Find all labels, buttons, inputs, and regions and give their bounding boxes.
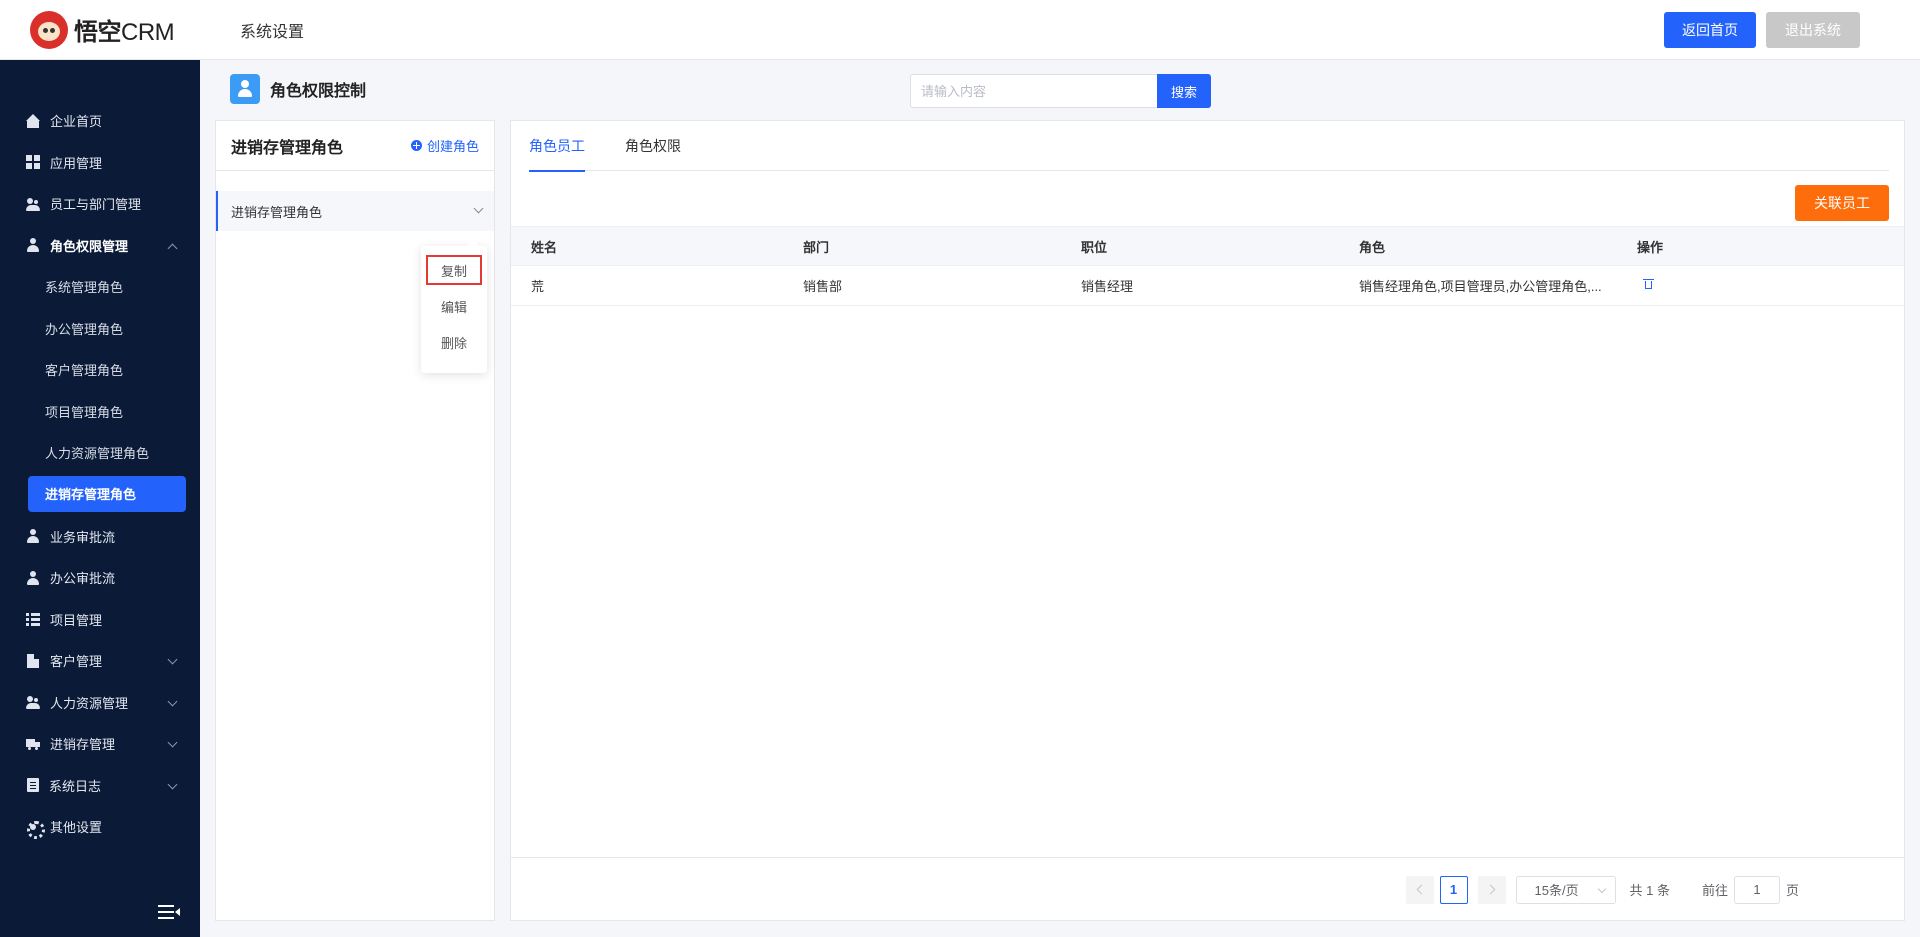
sidebar-item-other-settings[interactable]: 其他设置 (0, 806, 200, 848)
cell-actions (1617, 278, 1904, 293)
page-size-select[interactable]: 15条/页 (1515, 875, 1616, 904)
role-icon (230, 74, 260, 104)
page-number-current[interactable]: 1 (1439, 875, 1468, 904)
users-icon (26, 695, 40, 710)
chevron-down-icon (167, 737, 178, 748)
sidebar-subitem-system-role[interactable]: 系统管理角色 (0, 266, 200, 308)
sidebar-item-office-approval[interactable]: 办公审批流 (0, 557, 200, 599)
role-list-item[interactable]: 进销存管理角色 (216, 191, 494, 231)
goto-label: 前往 (1701, 883, 1728, 898)
home-button[interactable]: 返回首页 (1664, 11, 1756, 48)
page-unit-label: 页 (1785, 883, 1799, 898)
cell-roles: 销售经理角色,项目管理员,办公管理角色,... (1359, 279, 1602, 294)
sidebar: 企业首页 应用管理 员工与部门管理 角色权限管理 系统管理角色 办公管理角色 客… (0, 60, 200, 937)
logo[interactable]: 悟空CRM (0, 0, 200, 60)
logout-button[interactable]: 退出系统 (1766, 11, 1860, 48)
prev-page-button[interactable] (1405, 875, 1434, 904)
edit-menu-item[interactable]: 编辑 (421, 288, 487, 324)
next-page-button[interactable] (1477, 875, 1506, 904)
header-title: 系统设置 (240, 23, 305, 41)
sidebar-subitem-inventory-role[interactable]: 进销存管理角色 (28, 475, 186, 512)
sidebar-item-home[interactable]: 企业首页 (0, 100, 200, 142)
sidebar-item-business-approval[interactable]: 业务审批流 (0, 516, 200, 558)
delete-menu-item[interactable]: 删除 (421, 324, 487, 360)
sidebar-item-customer[interactable]: 客户管理 (0, 640, 200, 682)
cell-position: 销售经理 (1081, 279, 1134, 294)
chevron-up-icon (167, 243, 178, 253)
role-group-title: 进销存管理角色 (231, 139, 344, 157)
column-header-name: 姓名 (531, 239, 558, 255)
tab-role-staff[interactable]: 角色员工 (529, 121, 585, 172)
tab-bar: 角色员工 角色权限 (529, 121, 1889, 172)
gear-icon (26, 820, 45, 839)
chevron-down-icon (167, 696, 178, 706)
create-role-button[interactable]: 创建角色 (410, 136, 479, 155)
column-header-dept: 部门 (803, 239, 830, 255)
search-button[interactable]: 搜索 (1157, 74, 1211, 108)
table-row: 荒 销售部 销售经理 销售经理角色,项目管理员,办公管理角色,... (511, 266, 1904, 306)
pagination: 1 15条/页 共 1 条 前往 页 (511, 857, 1904, 921)
truck-icon (26, 736, 40, 751)
role-detail-panel: 角色员工 角色权限 关联员工 姓名 部门 职位 角色 操作 荒 销售部 销售经理… (510, 120, 1905, 921)
sidebar-item-roles[interactable]: 角色权限管理 (0, 225, 200, 267)
column-header-position: 职位 (1081, 239, 1108, 255)
top-header: 悟空CRM 系统设置 返回首页 退出系统 (0, 0, 1920, 60)
sidebar-subitem-project-role[interactable]: 项目管理角色 (0, 391, 200, 433)
user-icon (26, 570, 40, 585)
logo-text: 悟空CRM (74, 19, 175, 46)
grid-icon (26, 155, 40, 170)
column-header-actions: 操作 (1637, 239, 1664, 255)
chevron-down-icon (167, 654, 178, 665)
sidebar-item-apps[interactable]: 应用管理 (0, 142, 200, 184)
sidebar-item-hr[interactable]: 人力资源管理 (0, 682, 200, 724)
doc-icon (27, 778, 39, 793)
chevron-down-icon[interactable] (473, 203, 484, 214)
sidebar-subitem-office-role[interactable]: 办公管理角色 (0, 308, 200, 350)
plus-circle-icon (410, 140, 422, 151)
home-icon (26, 113, 40, 128)
list-icon (26, 612, 40, 627)
chevron-down-icon (1597, 884, 1606, 893)
link-staff-button[interactable]: 关联员工 (1795, 185, 1889, 221)
trash-icon[interactable] (1643, 278, 1654, 290)
tab-role-permissions[interactable]: 角色权限 (625, 121, 681, 171)
role-list-panel: 进销存管理角色 创建角色 进销存管理角色 复制 编辑 删除 (215, 120, 495, 921)
table-header: 姓名 部门 职位 角色 操作 (511, 226, 1904, 266)
users-icon (26, 197, 40, 211)
staff-table: 姓名 部门 职位 角色 操作 荒 销售部 销售经理 销售经理角色,项目管理员,办… (511, 226, 1904, 306)
monkey-logo-icon (30, 10, 68, 49)
sidebar-item-logs[interactable]: 系统日志 (0, 765, 200, 807)
sidebar-subitem-hr-role[interactable]: 人力资源管理角色 (0, 432, 200, 474)
column-header-role: 角色 (1359, 239, 1386, 255)
building-icon (26, 653, 40, 668)
user-icon (26, 238, 40, 253)
sidebar-item-staff[interactable]: 员工与部门管理 (0, 183, 200, 225)
sidebar-item-inventory[interactable]: 进销存管理 (0, 723, 200, 765)
cell-name: 荒 (531, 279, 545, 294)
search-bar: 搜索 (910, 74, 1211, 108)
chevron-down-icon (167, 779, 178, 789)
sidebar-subitem-customer-role[interactable]: 客户管理角色 (0, 349, 200, 391)
search-input[interactable] (910, 74, 1157, 108)
page-header: 角色权限控制 (230, 74, 366, 104)
total-count: 共 1 条 (1629, 883, 1670, 898)
role-actions-dropdown: 复制 编辑 删除 (421, 240, 487, 373)
goto-page-input[interactable] (1733, 875, 1780, 904)
menu-collapse-icon[interactable] (158, 905, 180, 919)
page-title: 角色权限控制 (270, 83, 367, 100)
cell-dept: 销售部 (803, 279, 843, 294)
sidebar-item-project[interactable]: 项目管理 (0, 599, 200, 641)
user-icon (26, 529, 40, 544)
copy-menu-item[interactable]: 复制 (426, 255, 482, 285)
